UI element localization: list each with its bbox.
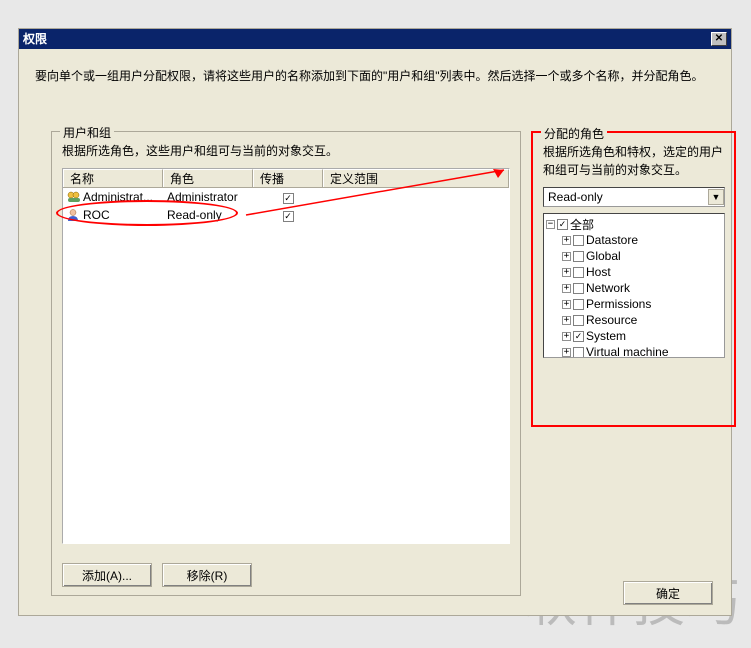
tree-item[interactable]: + Permissions [546, 296, 722, 312]
item-checkbox[interactable] [573, 251, 584, 262]
item-checkbox[interactable] [573, 315, 584, 326]
intro-text: 要向单个或一组用户分配权限，请将这些用户的名称添加到下面的"用户和组"列表中。然… [35, 67, 715, 86]
tree-root[interactable]: − ✓ 全部 [546, 216, 722, 232]
privileges-tree[interactable]: − ✓ 全部 + Datastore + Global + Host + Network + Pe… [543, 213, 725, 358]
col-name[interactable]: 名称 [63, 169, 163, 187]
expand-icon[interactable]: + [562, 348, 571, 357]
expand-icon[interactable]: + [562, 252, 571, 261]
tree-item[interactable]: +✓System [546, 328, 722, 344]
root-checkbox[interactable]: ✓ [557, 219, 568, 230]
users-groupbox: 用户和组 根据所选角色，这些用户和组可与当前的对象交互。 名称 角色 传播 定义… [51, 131, 521, 596]
item-checkbox[interactable] [573, 299, 584, 310]
col-propagate[interactable]: 传播 [253, 169, 323, 187]
collapse-icon[interactable]: − [546, 220, 555, 229]
expand-icon[interactable]: + [562, 268, 571, 277]
item-label: Virtual machine [586, 345, 669, 358]
remove-button[interactable]: 移除(R) [162, 563, 252, 587]
roles-legend: 分配的角色 [541, 125, 607, 142]
item-label: Host [586, 265, 611, 279]
users-help: 根据所选角色，这些用户和组可与当前的对象交互。 [62, 142, 510, 160]
tree-item[interactable]: + Virtual machine [546, 344, 722, 358]
expand-icon[interactable]: + [562, 236, 571, 245]
item-checkbox[interactable] [573, 267, 584, 278]
item-label: Network [586, 281, 630, 295]
row-role: Administrator [163, 190, 253, 204]
table-row[interactable]: ROC Read-only ✓ [63, 206, 509, 224]
propagate-checkbox[interactable]: ✓ [283, 211, 294, 222]
col-scope[interactable]: 定义范围 [323, 169, 509, 187]
row-name: ROC [83, 208, 110, 222]
item-label: System [586, 329, 626, 343]
chevron-down-icon[interactable]: ▼ [708, 189, 724, 205]
group-icon [67, 191, 81, 203]
role-select[interactable]: Read-only ▼ [543, 187, 725, 207]
role-selected-value: Read-only [548, 190, 603, 204]
tree-item[interactable]: + Global [546, 248, 722, 264]
item-checkbox[interactable] [573, 347, 584, 358]
table-row[interactable]: Administrat... Administrator ✓ [63, 188, 509, 206]
root-label: 全部 [570, 216, 594, 233]
tree-item[interactable]: + Datastore [546, 232, 722, 248]
item-label: Datastore [586, 233, 638, 247]
col-role[interactable]: 角色 [163, 169, 253, 187]
dialog-title: 权限 [23, 29, 47, 49]
roles-groupbox: 分配的角色 根据所选角色和特权，选定的用户和组可与当前的对象交互。 Read-o… [531, 131, 736, 427]
item-checkbox[interactable] [573, 283, 584, 294]
item-checkbox[interactable] [573, 235, 584, 246]
row-name: Administrat... [83, 190, 153, 204]
expand-icon[interactable]: + [562, 300, 571, 309]
roles-help: 根据所选角色和特权，选定的用户和组可与当前的对象交互。 [543, 143, 724, 179]
expand-icon[interactable]: + [562, 316, 571, 325]
close-button[interactable]: ✕ [711, 32, 727, 46]
titlebar: 权限 ✕ [19, 29, 731, 49]
permission-dialog: 权限 ✕ 要向单个或一组用户分配权限，请将这些用户的名称添加到下面的"用户和组"… [18, 28, 732, 616]
add-button[interactable]: 添加(A)... [62, 563, 152, 587]
ok-button[interactable]: 确定 [623, 581, 713, 605]
tree-item[interactable]: + Network [546, 280, 722, 296]
item-label: Resource [586, 313, 637, 327]
tree-item[interactable]: + Host [546, 264, 722, 280]
propagate-checkbox[interactable]: ✓ [283, 193, 294, 204]
users-table[interactable]: 名称 角色 传播 定义范围 Administrat... Administrat… [62, 168, 510, 544]
expand-icon[interactable]: + [562, 284, 571, 293]
item-checkbox[interactable]: ✓ [573, 331, 584, 342]
user-icon [67, 209, 81, 221]
item-label: Permissions [586, 297, 651, 311]
users-legend: 用户和组 [60, 124, 114, 141]
row-role: Read-only [163, 208, 253, 222]
item-label: Global [586, 249, 621, 263]
table-header[interactable]: 名称 角色 传播 定义范围 [63, 169, 509, 188]
expand-icon[interactable]: + [562, 332, 571, 341]
tree-item[interactable]: + Resource [546, 312, 722, 328]
